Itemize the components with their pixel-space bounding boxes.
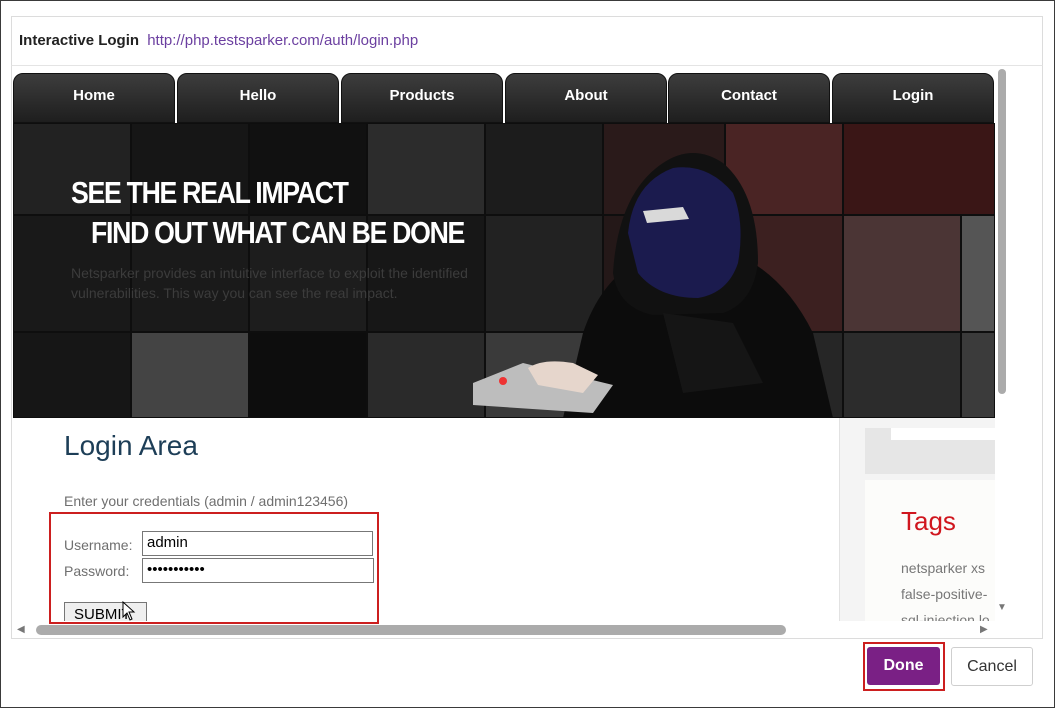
dialog-title: Interactive Login	[19, 32, 140, 49]
scroll-right-arrow-icon[interactable]: ▶	[980, 625, 988, 635]
nav-tab-about[interactable]: About	[505, 73, 667, 123]
credentials-hint: Enter your credentials (admin / admin123…	[64, 493, 349, 509]
banner-text: Netsparker provides an intuitive interfa…	[71, 265, 468, 301]
login-form-highlight	[49, 512, 379, 624]
tag-link[interactable]: sql-injection lo	[901, 612, 990, 621]
sidebar-search-field	[891, 428, 995, 440]
nav-tab-home[interactable]: Home	[13, 73, 175, 123]
vertical-scroll-thumb[interactable]	[998, 69, 1006, 394]
tags-title: Tags	[901, 506, 956, 536]
scroll-left-arrow-icon[interactable]: ◀	[17, 625, 25, 635]
nav-tab-login[interactable]: Login	[832, 73, 994, 123]
dialog-title-bar: Interactive Login http://php.testsparker…	[19, 32, 418, 49]
interactive-login-dialog: Interactive Login http://php.testsparker…	[0, 0, 1055, 708]
hero-banner: SEE THE REAL IMPACT FIND OUT WHAT CAN BE…	[13, 123, 995, 418]
done-button[interactable]: Done	[867, 647, 940, 685]
banner-heading-1: SEE THE REAL IMPACT	[71, 175, 349, 210]
tag-link[interactable]: netsparker xs	[901, 560, 985, 576]
banner-tile	[961, 332, 995, 418]
site-nav: Home Hello Products About Contact Login	[13, 73, 995, 123]
banner-tile	[249, 332, 367, 418]
dialog-url: http://php.testsparker.com/auth/login.ph…	[147, 32, 419, 49]
login-area-title: Login Area	[64, 430, 198, 461]
tag-link[interactable]: false-positive-	[901, 586, 987, 602]
horizontal-scroll-thumb[interactable]	[36, 625, 786, 635]
banner-heading-2: FIND OUT WHAT CAN BE DONE	[91, 215, 465, 250]
scroll-down-arrow-icon[interactable]: ▼	[997, 603, 1007, 613]
nav-tab-products[interactable]: Products	[341, 73, 503, 123]
banner-tile	[13, 332, 131, 418]
nav-tab-contact[interactable]: Contact	[668, 73, 830, 123]
cancel-button[interactable]: Cancel	[951, 647, 1033, 686]
banner-tile	[131, 332, 249, 418]
nav-tab-hello[interactable]: Hello	[177, 73, 339, 123]
vertical-scrollbar[interactable]: ▼	[996, 66, 1011, 621]
banner-tile	[961, 215, 995, 332]
